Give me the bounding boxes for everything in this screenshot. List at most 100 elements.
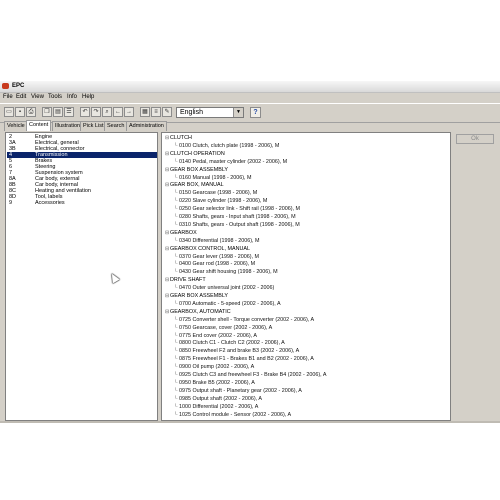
tree-node-label: 0100 Clutch, clutch plate (1998 - 2006),…	[179, 142, 280, 149]
group-name: Accessories	[35, 200, 65, 206]
tree-node-label: 0470 Outer universal joint (2002 - 2006)	[179, 285, 275, 292]
vin-icon[interactable]: ≡	[151, 107, 161, 117]
tree-node-item[interactable]: └0470 Outer universal joint (2002 - 2006…	[174, 285, 274, 292]
tree-node-item[interactable]: └0220 Slave cylinder (1998 - 2006), M	[174, 198, 267, 205]
tree-node-header[interactable]: ⊟GEARBOX CONTROL, MANUAL	[165, 246, 250, 253]
menu-bar: File Edit View Tools Info Help	[0, 93, 500, 102]
menu-file[interactable]: File	[3, 94, 13, 100]
tree-node-label: 0850 Freewheel F2 and brake B3 (2002 - 2…	[179, 348, 300, 355]
tree-node-item[interactable]: └1025 Control module - Sensor (2002 - 20…	[174, 412, 291, 419]
back-arrow-icon[interactable]: ←	[113, 107, 123, 117]
tree-node-item[interactable]: └1000 Differential (2002 - 2006), A	[174, 404, 258, 411]
tree-node-item[interactable]: └0430 Gear shift housing (1998 - 2006), …	[174, 269, 278, 276]
tree-node-item[interactable]: └0775 End cover (2002 - 2006), A	[174, 333, 257, 340]
help-icon[interactable]: ?	[250, 107, 261, 118]
tree-node-header[interactable]: ⊟CLUTCH	[165, 135, 192, 142]
tree-node-item[interactable]: └0370 Gear lever (1998 - 2006), M	[174, 254, 259, 261]
tree-node-label: 0875 Freewheel F1 - Brakes B1 and B2 (20…	[179, 356, 314, 363]
tree-node-item[interactable]: └0975 Output shaft - Planetary gear (200…	[174, 388, 302, 395]
tree-node-item[interactable]: └0400 Gear rod (1998 - 2006), M	[174, 261, 255, 268]
language-select[interactable]: English ▼	[176, 107, 244, 118]
save-icon[interactable]: ▪	[15, 107, 25, 117]
tree-node-label: 0725 Converter shell - Torque converter …	[179, 316, 315, 323]
tree-node-item[interactable]: └0925 Clutch C3 and freewheel F3 - Brake…	[174, 372, 326, 379]
tree-node-label: 1000 Differential (2002 - 2006), A	[179, 403, 259, 410]
parts-tree[interactable]: ⊟CLUTCH └0100 Clutch, clutch plate (1998 …	[161, 132, 451, 421]
menu-help[interactable]: Help	[82, 94, 94, 100]
tree-node-item[interactable]: └0140 Pedal, master cylinder (2002 - 200…	[174, 159, 287, 166]
epc-logo-icon	[2, 83, 9, 89]
tree-node-label: GEARBOX CONTROL, MANUAL	[170, 245, 250, 252]
tree-node-label: GEARBOX, AUTOMATIC	[170, 308, 231, 315]
tree-node-header[interactable]: ⊟CLUTCH OPERATION	[165, 151, 225, 158]
ok-button[interactable]: Ok	[456, 134, 494, 144]
tree-node-item[interactable]: └0985 Output shaft (2002 - 2006), A	[174, 396, 262, 403]
tree-node-label: CLUTCH	[170, 135, 192, 141]
tree-node-item[interactable]: └0100 Clutch, clutch plate (1998 - 2006)…	[174, 143, 279, 150]
tree-node-label: 0250 Gear selector link - Shift rail (19…	[179, 206, 301, 213]
tree-node-label: 0750 Gearcase, cover (2002 - 2006), A	[179, 324, 273, 331]
tree-node-label: 0280 Shafts, gears - Input shaft (1998 -…	[179, 214, 296, 220]
tree-node-header[interactable]: ⊟DRIVE SHAFT	[165, 277, 206, 284]
tree-node-label: 0900 Oil pump (2002 - 2006), A	[179, 364, 255, 371]
tree-node-item[interactable]: └0850 Freewheel F2 and brake B3 (2002 - …	[174, 348, 299, 355]
tree-node-label: 0220 Slave cylinder (1998 - 2006), M	[179, 198, 268, 205]
tree-node-label: 0430 Gear shift housing (1998 - 2006), M	[179, 269, 278, 276]
menu-info[interactable]: Info	[67, 94, 77, 100]
new-icon[interactable]: ▭	[4, 107, 14, 117]
tree-node-label: 1025 Control module - Sensor (2002 - 200…	[179, 411, 292, 418]
tree-node-item[interactable]: └0700 Automatic - 5-speed (2002 - 2006),…	[174, 301, 281, 308]
menu-tools[interactable]: Tools	[48, 94, 62, 100]
zoom-icon[interactable]: ⌕	[102, 107, 112, 117]
tree-node-item[interactable]: └0310 Shafts, gears - Output shaft (1998…	[174, 222, 300, 229]
tab-search[interactable]: Search	[104, 121, 128, 131]
redo-icon[interactable]: ↷	[91, 107, 101, 117]
tree-node-header[interactable]: ⊟GEARBOX, AUTOMATIC	[165, 309, 231, 316]
tree-node-item[interactable]: └0750 Gearcase, cover (2002 - 2006), A	[174, 325, 272, 332]
tree-node-label: 0700 Automatic - 5-speed (2002 - 2006), …	[179, 300, 281, 307]
tree-node-item[interactable]: └0280 Shafts, gears - Input shaft (1998 …	[174, 214, 296, 221]
tree-node-label: GEAR BOX ASSEMBLY	[170, 166, 229, 173]
tree-node-item[interactable]: └0150 Gearcase (1998 - 2006), M	[174, 190, 257, 197]
tree-node-label: 0340 Differential (1998 - 2006), M	[179, 237, 260, 244]
tab-administration[interactable]: Administration	[126, 121, 167, 131]
tree-node-header[interactable]: ⊟GEAR BOX ASSEMBLY	[165, 167, 228, 174]
tree-node-header[interactable]: ⊟GEAR BOX ASSEMBLY	[165, 293, 228, 300]
tree-node-item[interactable]: └0900 Oil pump (2002 - 2006), A	[174, 364, 254, 371]
print-icon[interactable]: ⎙	[26, 107, 36, 117]
copy-icon[interactable]: ❐	[42, 107, 52, 117]
list-icon[interactable]: ☰	[64, 107, 74, 117]
tab-content[interactable]: Content	[26, 120, 52, 131]
tree-node-item[interactable]: └0800 Clutch C1 - Clutch C2 (2002 - 2006…	[174, 340, 285, 347]
tree-node-header[interactable]: ⊟GEARBOX	[165, 230, 197, 237]
tree-node-header[interactable]: ⊟GEAR BOX, MANUAL	[165, 182, 224, 189]
tree-node-label: 0150 Gearcase (1998 - 2006), M	[179, 190, 258, 197]
tree-node-item[interactable]: └0875 Freewheel F1 - Brakes B1 and B2 (2…	[174, 356, 314, 363]
tree-node-item[interactable]: └0950 Brake B5 (2002 - 2006), A	[174, 380, 255, 387]
paste-icon[interactable]: ▤	[53, 107, 63, 117]
tools-icon[interactable]: ✎	[162, 107, 172, 117]
group-row[interactable]: 9 Accessories	[7, 200, 157, 206]
vehicle-icon[interactable]: ▦	[140, 107, 150, 117]
tree-node-label: GEAR BOX ASSEMBLY	[170, 293, 229, 299]
tree-node-item[interactable]: └0250 Gear selector link - Shift rail (1…	[174, 206, 300, 213]
tree-node-item[interactable]: └0340 Differential (1998 - 2006), M	[174, 238, 260, 245]
undo-icon[interactable]: ↶	[80, 107, 90, 117]
tab-illustration[interactable]: Illustration	[52, 121, 84, 131]
menu-view[interactable]: View	[31, 94, 44, 100]
forward-arrow-icon[interactable]: →	[124, 107, 134, 117]
tree-node-label: CLUTCH OPERATION	[170, 150, 225, 157]
tab-vehicle[interactable]: Vehicle	[4, 121, 28, 131]
tab-pick-list[interactable]: Pick List	[80, 121, 107, 131]
tree-node-label: 0985 Output shaft (2002 - 2006), A	[179, 395, 263, 402]
menu-edit[interactable]: Edit	[16, 94, 26, 100]
tree-node-label: 0775 End cover (2002 - 2006), A	[179, 332, 257, 339]
epc-window: EPC File Edit View Tools Info Help ▭ ▪ ⎙…	[0, 80, 500, 423]
toolbar: ▭ ▪ ⎙ ❐ ▤ ☰ ↶ ↷ ⌕ ← → ▦ ≡ ✎ English ▼ ?	[0, 103, 500, 123]
tree-node-label: 0160 Manual (1998 - 2006), M	[179, 174, 252, 181]
tree-node-item[interactable]: └0160 Manual (1998 - 2006), M	[174, 175, 252, 182]
tree-node-item[interactable]: └0725 Converter shell - Torque converter…	[174, 317, 314, 324]
tree-node-label: 0400 Gear rod (1998 - 2006), M	[179, 261, 256, 268]
function-group-list[interactable]: 2 Engine 3A Electrical, general 3B Electrical…	[5, 132, 158, 421]
chevron-down-icon[interactable]: ▼	[233, 108, 243, 117]
